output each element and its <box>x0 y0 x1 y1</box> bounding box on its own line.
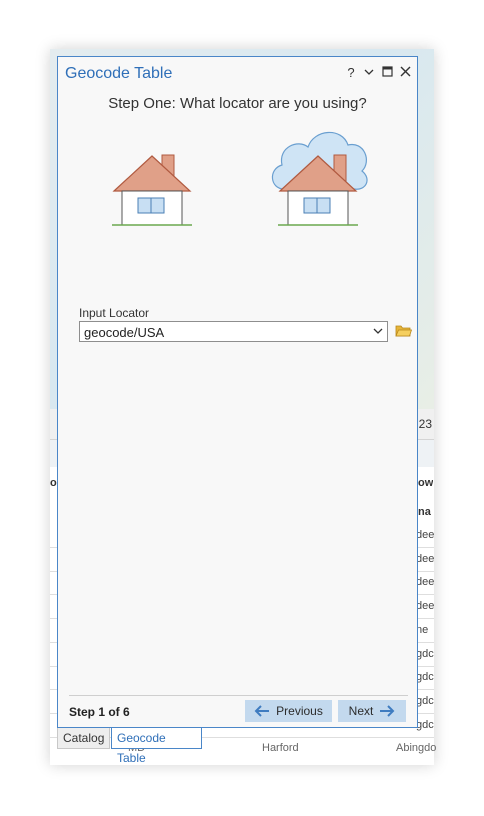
tab-geocode-table[interactable]: Geocode Table <box>111 728 202 765</box>
table-subheader-right: na <box>418 506 431 518</box>
next-button-label: Next <box>348 704 374 718</box>
step-title: Step One: What locator are you using? <box>108 95 367 112</box>
table-cell: gdc <box>416 694 434 707</box>
table-cell: dee <box>416 529 434 541</box>
table-cell: dee <box>416 600 434 613</box>
browse-folder-icon[interactable] <box>395 323 412 338</box>
arrow-right-icon <box>380 705 395 717</box>
row-cell-city: Abingdo <box>396 742 437 754</box>
next-button[interactable]: Next <box>338 700 406 722</box>
pane-title: Geocode Table <box>65 65 173 82</box>
row-cell-county: Harford <box>262 742 299 754</box>
chevron-down-icon[interactable] <box>363 65 375 81</box>
footer-divider <box>69 695 408 696</box>
maximize-icon[interactable] <box>381 65 393 81</box>
table-cell: ne <box>416 623 429 636</box>
arrow-left-icon <box>254 705 270 717</box>
input-locator-dropdown[interactable]: geocode/USA <box>79 321 388 342</box>
input-locator-value: geocode/USA <box>84 325 165 340</box>
help-icon[interactable]: ? <box>345 65 357 81</box>
pane-controls: ? <box>345 65 411 81</box>
chevron-down-icon <box>373 328 383 334</box>
previous-button-label: Previous <box>276 704 323 718</box>
table-cell: dee <box>416 576 434 589</box>
table-cell: gdc <box>416 718 434 731</box>
close-icon[interactable] <box>399 65 411 81</box>
step-counter: Step 1 of 6 <box>69 705 130 719</box>
table-cell: dee <box>416 552 434 565</box>
local-locator-house-icon[interactable] <box>112 151 192 227</box>
table-cell: gdc <box>416 671 434 684</box>
cloud-locator-house-icon[interactable] <box>268 125 372 227</box>
tab-catalog[interactable]: Catalog <box>57 728 110 749</box>
geocode-table-pane: Geocode Table ? Step One: What locator a… <box>57 56 418 728</box>
map-scale-text: 23 <box>418 417 432 431</box>
table-header-right: ow <box>418 477 434 489</box>
input-locator-label: Input Locator <box>79 306 150 320</box>
previous-button[interactable]: Previous <box>245 700 332 722</box>
table-cell: gdc <box>416 647 434 660</box>
